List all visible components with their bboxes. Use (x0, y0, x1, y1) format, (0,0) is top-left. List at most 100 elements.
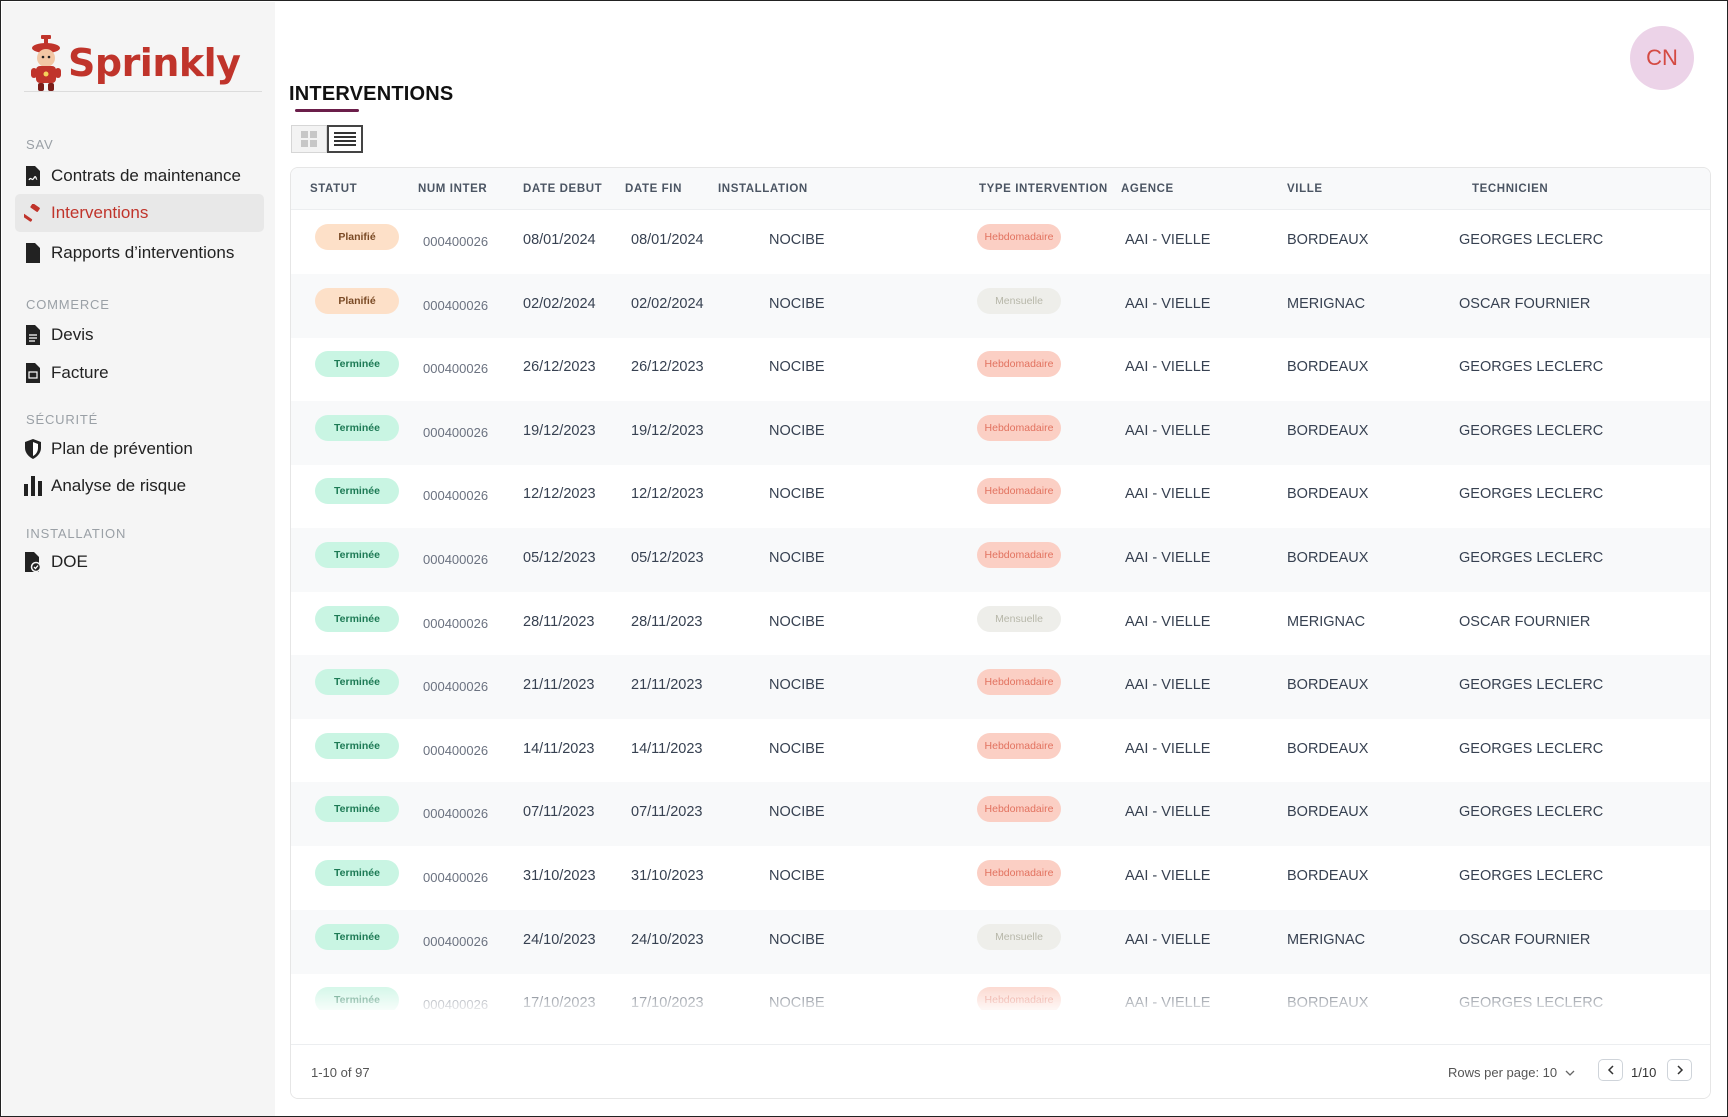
cell-date-fin: 26/12/2023 (631, 359, 704, 376)
cell-num-inter: 000400026 (423, 488, 489, 504)
sidebar-item-rapports[interactable]: Rapports d’interventions (15, 234, 264, 272)
type-badge: Hebdomadaire (977, 478, 1061, 505)
cell-installation: NOCIBE (769, 613, 825, 630)
sidebar-item-contrats[interactable]: Contrats de maintenance (15, 157, 264, 195)
type-badge: Mensuelle (977, 287, 1061, 314)
type-badge: Hebdomadaire (977, 414, 1061, 441)
list-icon (334, 132, 356, 146)
column-header-num-inter[interactable]: NUM INTER (418, 183, 487, 195)
shield-icon (23, 438, 43, 460)
next-page-button[interactable] (1667, 1059, 1692, 1081)
sidebar-item-facture[interactable]: Facture (15, 354, 264, 392)
cell-num-inter: 000400026 (423, 933, 489, 949)
table-row[interactable]: Terminée 000400026 19/12/2023 19/12/2023 NOC… (291, 400, 1710, 465)
sidebar-item-label: Devis (51, 325, 94, 344)
cell-date-fin: 05/12/2023 (631, 550, 704, 566)
table-row[interactable]: Terminée 000400026 05/12/2023 05/12/2023 NOC… (291, 528, 1710, 592)
cell-num-inter: 000400026 (423, 424, 489, 440)
cell-agence: AAI - VIELLE (1125, 804, 1211, 821)
grid-view-button[interactable] (291, 125, 327, 153)
table-row[interactable]: Terminée 000400026 24/10/2023 24/10/2023 NOC… (291, 909, 1710, 974)
column-header-installation[interactable]: INSTALLATION (718, 183, 808, 195)
cell-installation: NOCIBE (769, 868, 825, 884)
column-header-ville[interactable]: VILLE (1287, 183, 1323, 195)
cell-date-debut: 31/10/2023 (523, 868, 596, 884)
table-row[interactable]: Planifié 000400026 02/02/2024 02/02/2024 NOC… (291, 273, 1710, 338)
cell-date-debut: 24/10/2023 (523, 931, 596, 948)
table-row[interactable]: Terminée 000400026 12/12/2023 12/12/2023 NOC… (291, 464, 1710, 528)
cell-date-debut: 28/11/2023 (523, 613, 595, 630)
table-header: STATUT NUM INTER DATE DEBUT DATE FIN INS… (291, 168, 1710, 210)
section-title-installation: INSTALLATION (26, 526, 127, 541)
app-logo[interactable]: Sprinkly (30, 34, 241, 92)
section-title-securite: SÉCURITÉ (26, 412, 99, 427)
cell-date-fin: 02/02/2024 (631, 295, 704, 312)
sidebar-item-interventions[interactable]: Interventions (15, 194, 264, 232)
cell-num-inter: 000400026 (423, 742, 489, 758)
cell-technicien: GEORGES LECLERC (1459, 804, 1604, 821)
cell-agence: AAI - VIELLE (1125, 931, 1211, 948)
cell-technicien: GEORGES LECLERC (1459, 868, 1604, 884)
sidebar-item-devis[interactable]: Devis (15, 316, 264, 354)
previous-page-button[interactable] (1598, 1059, 1623, 1081)
table-row[interactable]: Terminée 000400026 26/12/2023 26/12/2023 NOC… (291, 337, 1710, 401)
sidebar-item-label: DOE (51, 552, 88, 571)
column-header-statut[interactable]: STATUT (310, 183, 357, 195)
status-badge: Terminée (315, 669, 399, 696)
status-badge: Terminée (315, 605, 399, 632)
chevron-left-icon (1607, 1065, 1614, 1075)
cell-technicien: OSCAR FOURNIER (1459, 931, 1591, 948)
type-badge: Mensuelle (977, 605, 1061, 632)
cell-agence: AAI - VIELLE (1125, 359, 1211, 376)
cell-agence: AAI - VIELLE (1125, 486, 1211, 503)
app-window: Sprinkly SAV Contrats de maintenance Int… (0, 0, 1728, 1117)
cell-technicien: GEORGES LECLERC (1459, 677, 1604, 694)
table-row[interactable]: Terminée 000400026 31/10/2023 31/10/2023 NOC… (291, 846, 1710, 910)
cell-date-fin: 21/11/2023 (631, 677, 703, 694)
cell-ville: BORDEAUX (1287, 422, 1369, 439)
cell-installation: NOCIBE (769, 550, 825, 566)
cell-num-inter: 000400026 (423, 234, 489, 249)
document-lines-icon (23, 324, 43, 346)
cell-ville: MERIGNAC (1287, 613, 1366, 630)
list-view-button[interactable] (327, 125, 363, 153)
cell-agence: AAI - VIELLE (1125, 550, 1211, 566)
column-header-date-fin[interactable]: DATE FIN (625, 183, 682, 195)
chevron-right-icon (1676, 1065, 1683, 1075)
cell-num-inter: 000400026 (423, 870, 489, 885)
cell-date-fin: 08/01/2024 (631, 232, 704, 248)
column-header-technicien[interactable]: TECHNICIEN (1472, 183, 1548, 195)
cell-date-debut: 26/12/2023 (523, 359, 596, 376)
pagination-range: 1-10 of 97 (311, 1065, 370, 1080)
table-row[interactable]: Terminée 000400026 07/11/2023 07/11/2023 NOC… (291, 782, 1710, 847)
user-avatar[interactable]: CN (1630, 26, 1694, 90)
sidebar-item-plan-prevention[interactable]: Plan de prévention (15, 430, 264, 468)
cell-ville: BORDEAUX (1287, 359, 1369, 376)
rows-per-page-select[interactable]: Rows per page: 10 (1448, 1065, 1575, 1080)
table-row[interactable]: Terminée 000400026 14/11/2023 14/11/2023 NOC… (291, 719, 1710, 783)
table-row[interactable]: Terminée 000400026 21/11/2023 21/11/2023 NOC… (291, 655, 1710, 720)
sidebar-item-analyse-risque[interactable]: Analyse de risque (15, 467, 264, 505)
cell-ville: BORDEAUX (1287, 550, 1369, 566)
cell-installation: NOCIBE (769, 232, 825, 248)
type-badge: Hebdomadaire (977, 351, 1061, 378)
cell-date-debut: 19/12/2023 (523, 422, 596, 439)
cell-ville: BORDEAUX (1287, 677, 1369, 694)
cell-installation: NOCIBE (769, 359, 825, 376)
cell-date-debut: 21/11/2023 (523, 677, 595, 694)
cell-ville: BORDEAUX (1287, 486, 1369, 503)
column-header-date-debut[interactable]: DATE DEBUT (523, 183, 602, 195)
page-indicator: 1/10 (1631, 1065, 1657, 1080)
interventions-table: STATUT NUM INTER DATE DEBUT DATE FIN INS… (290, 167, 1711, 1099)
cell-date-fin: 19/12/2023 (631, 422, 704, 439)
type-badge: Hebdomadaire (977, 542, 1061, 568)
column-header-type-intervention[interactable]: TYPE INTERVENTION (979, 183, 1108, 195)
cell-agence: AAI - VIELLE (1125, 677, 1211, 694)
cell-date-fin: 28/11/2023 (631, 613, 703, 630)
table-row[interactable]: Planifié 000400026 08/01/2024 08/01/2024 NOC… (291, 210, 1710, 274)
contract-document-icon (23, 165, 43, 187)
sidebar-item-doe[interactable]: DOE (15, 543, 264, 581)
column-header-agence[interactable]: AGENCE (1121, 183, 1174, 195)
cell-date-debut: 02/02/2024 (523, 295, 596, 312)
table-row[interactable]: Terminée 000400026 28/11/2023 28/11/2023 NOC… (291, 592, 1710, 656)
